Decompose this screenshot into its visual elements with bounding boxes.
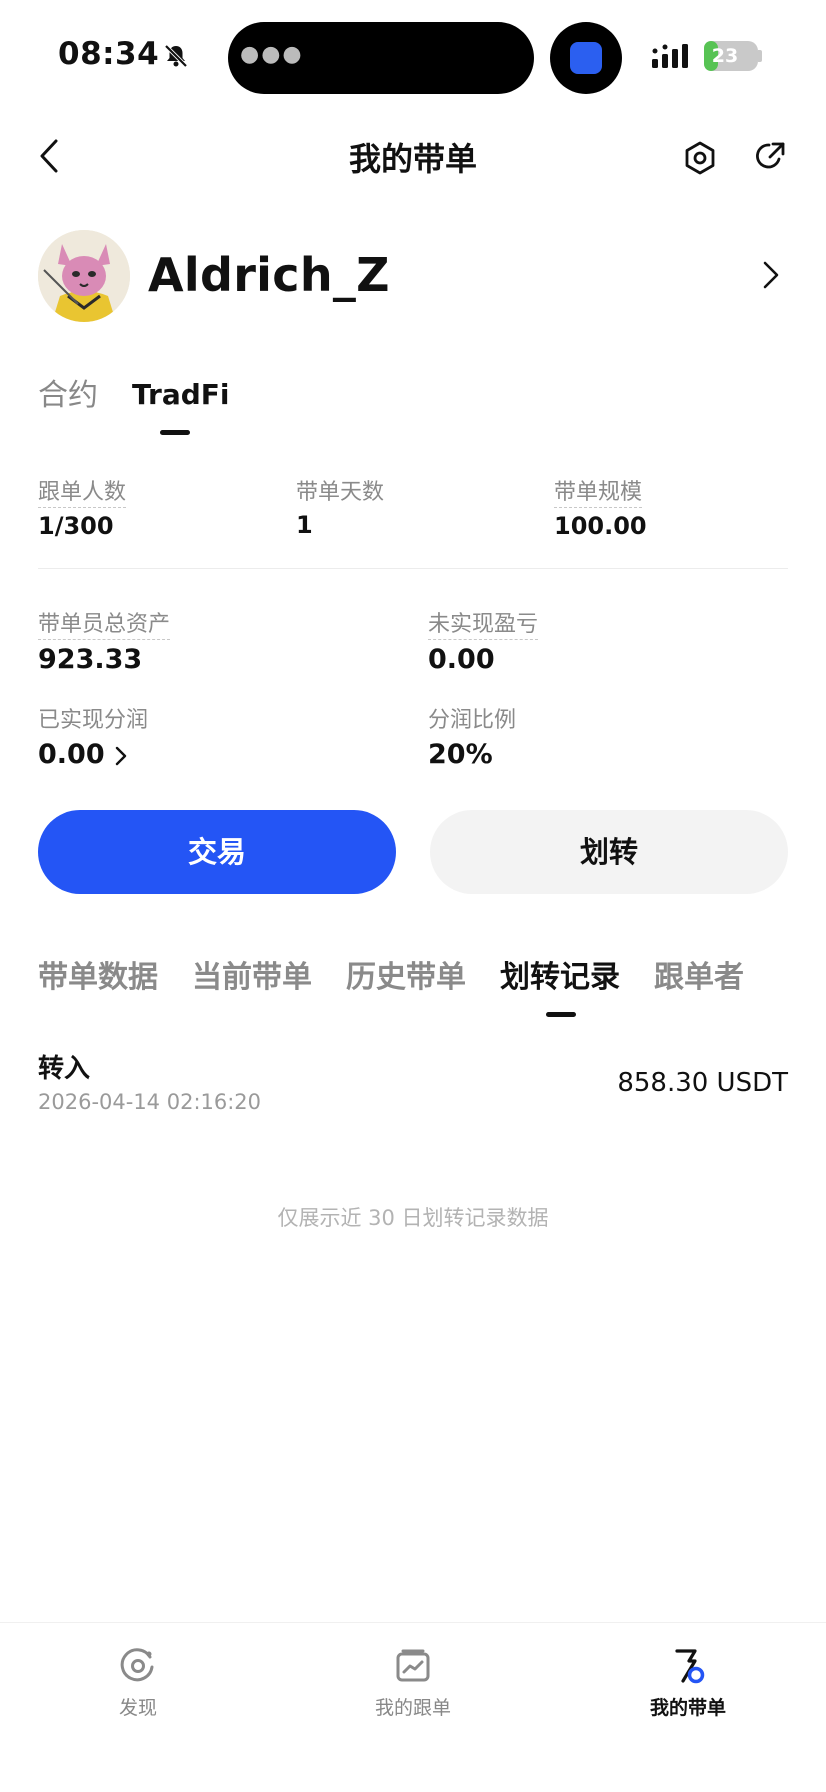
stat-label: 分润比例 — [428, 708, 517, 733]
bottom-nav: 发现 我的跟单 我的带单 — [0, 1622, 826, 1792]
stat-realized-profit-share[interactable]: 已实现分润 0.00 — [38, 702, 148, 770]
stat-value: 20% — [428, 739, 493, 770]
stat-followers: 跟单人数 1/300 — [38, 474, 127, 540]
username: Aldrich_Z — [148, 248, 390, 302]
record-time: 2026-04-14 02:16:20 — [38, 1090, 262, 1114]
stat-label: 已实现分润 — [38, 708, 149, 733]
chevron-right-icon[interactable] — [762, 260, 780, 290]
records-footnote: 仅展示近 30 日划转记录数据 — [277, 1206, 549, 1230]
stat-label[interactable]: 跟单人数 — [38, 474, 127, 508]
avatar[interactable] — [38, 230, 130, 322]
record-type: 转入 — [38, 1054, 91, 1084]
profile-row[interactable]: Aldrich_Z — [38, 226, 788, 322]
status-time: 08:34 — [58, 36, 160, 72]
divider — [38, 568, 788, 569]
stat-days: 带单天数 1 — [296, 474, 384, 539]
chevron-right-icon[interactable] — [115, 746, 127, 766]
stat-label: 带单天数 — [296, 480, 385, 505]
bell-muted-icon — [164, 44, 188, 68]
island-activity-dots-icon: ●●● — [240, 42, 304, 67]
stat-value: 0.00 — [38, 739, 148, 770]
nav-discover[interactable]: 发现 — [58, 1647, 218, 1720]
chart-card-icon — [396, 1649, 430, 1682]
battery-icon: 23 — [704, 41, 758, 71]
nav-my-lead-trades[interactable]: 我的带单 — [608, 1647, 768, 1720]
stat-value: 1/300 — [38, 512, 114, 540]
tab-transfer-records[interactable]: 划转记录 — [500, 952, 620, 996]
stat-value: 923.33 — [38, 644, 143, 675]
stat-total-assets: 带单员总资产 923.33 — [38, 606, 171, 675]
settings-hexagon-icon[interactable] — [682, 140, 718, 176]
stat-value: 0.00 — [428, 644, 495, 675]
flag-badge-icon — [675, 1649, 705, 1684]
nav-label: 我的带单 — [649, 1697, 726, 1719]
share-icon[interactable] — [752, 140, 786, 174]
cat-avatar-image — [38, 230, 130, 322]
stat-profit-share-ratio: 分润比例 20% — [428, 702, 516, 770]
stat-label[interactable]: 带单员总资产 — [38, 606, 171, 640]
stat-unrealized-pnl: 未实现盈亏 0.00 — [428, 606, 539, 675]
active-tab-indicator — [546, 1012, 576, 1017]
status-bar: 08:34 ●●● 23 — [0, 0, 826, 110]
signal-icon — [652, 44, 688, 68]
trade-button[interactable]: 交易 — [38, 810, 396, 894]
section-tabs: 带单数据 当前带单 历史带单 划转记录 跟单者 — [38, 952, 798, 1022]
active-tab-indicator — [160, 430, 190, 435]
battery-percent: 23 — [711, 45, 739, 67]
nav-bar: 我的带单 — [0, 110, 826, 200]
tab-contract[interactable]: 合约 — [38, 370, 98, 414]
stat-label[interactable]: 带单规模 — [554, 474, 643, 508]
discover-icon — [120, 1648, 154, 1682]
stat-scale: 带单规模 100.00 — [554, 474, 647, 540]
tab-history-orders[interactable]: 历史带单 — [346, 952, 466, 996]
stat-label[interactable]: 未实现盈亏 — [428, 606, 539, 640]
stat-value: 100.00 — [554, 512, 647, 540]
island-app-icon — [550, 22, 622, 94]
stat-value: 1 — [296, 511, 313, 539]
transfer-record-row: 转入 2026-04-14 02:16:20 858.30 USDT — [38, 1048, 788, 1118]
tab-current-orders[interactable]: 当前带单 — [192, 952, 312, 996]
nav-label: 发现 — [118, 1697, 157, 1719]
tab-tradfi[interactable]: TradFi — [132, 378, 230, 411]
nav-label: 我的跟单 — [374, 1697, 451, 1719]
nav-my-copy-trades[interactable]: 我的跟单 — [333, 1647, 493, 1720]
realized-profit-value: 0.00 — [38, 739, 105, 770]
tab-followers[interactable]: 跟单者 — [654, 952, 744, 996]
record-amount: 858.30 USDT — [617, 1068, 788, 1098]
tab-copy-data[interactable]: 带单数据 — [38, 952, 158, 996]
transfer-button[interactable]: 划转 — [430, 810, 788, 894]
